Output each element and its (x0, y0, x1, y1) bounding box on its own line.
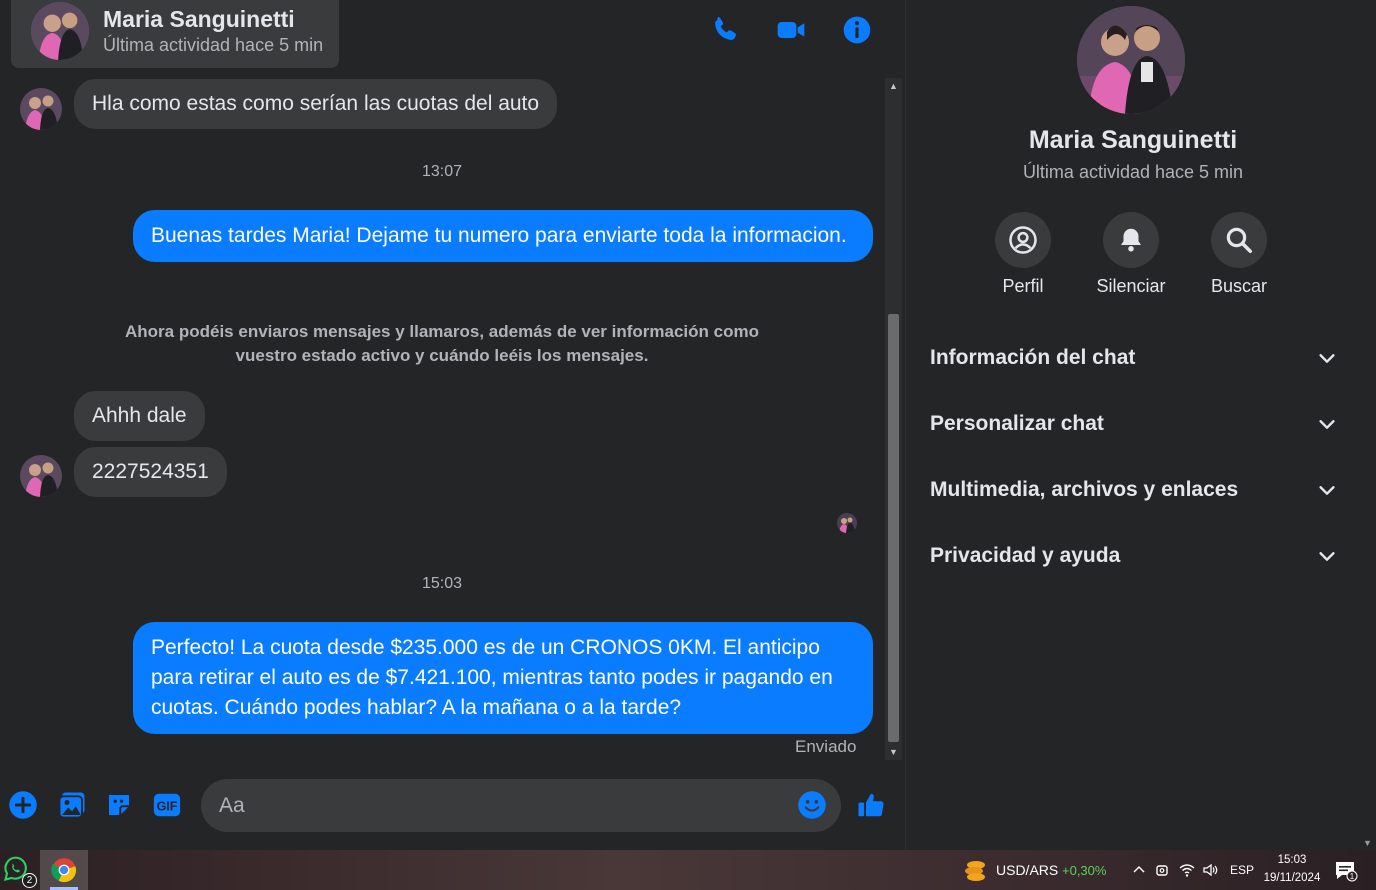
currency-change-value: +0,30% (1062, 863, 1107, 878)
svg-text:GIF: GIF (157, 800, 178, 814)
more-actions-button[interactable] (6, 788, 40, 822)
search-button[interactable]: Buscar (1184, 212, 1294, 297)
sender-avatar[interactable] (20, 455, 62, 497)
notifications-button[interactable]: 1 (1334, 860, 1358, 882)
attach-media-button[interactable] (55, 788, 89, 822)
smiley-icon (798, 791, 826, 819)
phone-icon (715, 17, 736, 40)
contact-avatar[interactable] (31, 2, 89, 60)
contact-profile-photo[interactable] (1077, 6, 1185, 114)
info-icon (843, 16, 871, 44)
section-title: Personalizar chat (930, 412, 1104, 435)
bell-icon (1121, 228, 1141, 252)
contact-name[interactable]: Maria Sanguinetti (103, 6, 295, 33)
emoji-button[interactable] (795, 788, 829, 822)
scroll-down-arrow-icon[interactable]: ▼ (1359, 838, 1376, 848)
profile-label: Perfil (1002, 276, 1044, 296)
whatsapp-taskbar-button[interactable]: 2 (2, 855, 37, 888)
video-camera-icon (777, 22, 805, 38)
outgoing-message[interactable]: Perfecto! La cuota desde $235.000 es de … (133, 622, 873, 734)
chat-scrollbar[interactable]: ▲ ▼ (885, 78, 902, 760)
conversation-info-button[interactable] (837, 10, 877, 50)
incoming-message[interactable]: Hla como estas como serían las cuotas de… (74, 79, 558, 129)
chat-pane: Maria Sanguinetti Última actividad hace … (0, 0, 905, 850)
read-receipt-avatar (837, 513, 857, 533)
incoming-message[interactable]: Ahhh dale (74, 391, 205, 441)
panel-contact-name: Maria Sanguinetti (1028, 126, 1238, 154)
thumbs-up-icon (858, 793, 884, 817)
notification-count: 1 (1350, 872, 1355, 881)
input-language[interactable]: ESP (1230, 863, 1254, 877)
chevron-down-icon (1319, 420, 1335, 429)
sticker-icon (109, 795, 129, 815)
os-taskbar: 2 USD/ARS +0,30% ESP 15:03 19/11/2024 1 (0, 850, 1376, 890)
chat-header: Maria Sanguinetti Última actividad hace … (0, 0, 905, 72)
section-title: Información del chat (930, 346, 1136, 369)
gif-icon: GIF (153, 793, 181, 817)
section-title: Multimedia, archivos y enlaces (930, 478, 1239, 501)
currency-pair-label[interactable]: USD/ARS (996, 862, 1058, 878)
plus-circle-icon (9, 791, 37, 819)
search-label: Buscar (1210, 276, 1268, 296)
outgoing-message[interactable]: Buenas tardes Maria! Dejame tu numero pa… (133, 210, 873, 262)
contact-status: Última actividad hace 5 min (103, 35, 324, 55)
section-privacy-support[interactable]: Privacidad y ayuda (920, 528, 1348, 584)
user-circle-icon (1009, 226, 1037, 254)
mute-button[interactable]: Silenciar (1076, 212, 1186, 297)
incoming-message[interactable]: 2227524351 (74, 447, 227, 497)
message-timestamp: 15:03 (421, 575, 463, 592)
delivery-status: Enviado (795, 737, 857, 756)
phone-call-button[interactable] (705, 10, 745, 50)
send-like-button[interactable] (854, 788, 888, 822)
message-timestamp: 13:07 (421, 163, 463, 180)
clock-time[interactable]: 15:03 (1262, 854, 1322, 866)
system-notice: Ahora podéis enviaros mensajes y llamaro… (125, 322, 759, 365)
conversation-info-panel: Maria Sanguinetti Última actividad hace … (905, 0, 1359, 850)
panel-contact-status: Última actividad hace 5 min (1022, 162, 1244, 182)
section-title: Privacidad y ayuda (930, 544, 1121, 567)
volume-icon[interactable] (1201, 861, 1219, 879)
whatsapp-unread-badge: 2 (22, 873, 37, 888)
coins-icon[interactable] (962, 859, 988, 883)
clock-date[interactable]: 19/11/2024 (1256, 872, 1328, 884)
gif-button[interactable]: GIF (150, 788, 184, 822)
scroll-up-arrow-icon[interactable]: ▲ (885, 78, 902, 94)
message-composer: GIF (0, 770, 905, 848)
section-chat-info[interactable]: Información del chat (920, 330, 1348, 386)
profile-button[interactable]: Perfil (968, 212, 1078, 297)
chevron-down-icon (1319, 486, 1335, 495)
chevron-up-icon[interactable] (1130, 861, 1148, 879)
video-call-button[interactable] (771, 10, 811, 50)
section-media-files-links[interactable]: Multimedia, archivos y enlaces (920, 462, 1348, 518)
scroll-down-arrow-icon[interactable]: ▼ (885, 744, 902, 760)
contact-header-card[interactable]: Maria Sanguinetti Última actividad hace … (11, 0, 339, 68)
chevron-down-icon (1319, 354, 1335, 363)
scroll-thumb[interactable] (888, 314, 899, 742)
chat-bubble-icon: 1 (1336, 862, 1358, 882)
mute-label: Silenciar (1096, 276, 1166, 296)
chrome-taskbar-button[interactable] (40, 850, 88, 890)
sticker-button[interactable] (102, 788, 136, 822)
image-icon (58, 792, 85, 819)
section-customize-chat[interactable]: Personalizar chat (920, 396, 1348, 452)
panel-scrollbar[interactable]: ▼ (1359, 0, 1376, 850)
message-input[interactable] (201, 779, 841, 832)
chrome-icon (51, 858, 77, 883)
search-icon (1226, 227, 1252, 253)
meet-now-icon[interactable] (1154, 861, 1172, 879)
chevron-down-icon (1319, 552, 1335, 561)
sender-avatar[interactable] (20, 88, 62, 130)
wifi-icon[interactable] (1178, 861, 1196, 879)
